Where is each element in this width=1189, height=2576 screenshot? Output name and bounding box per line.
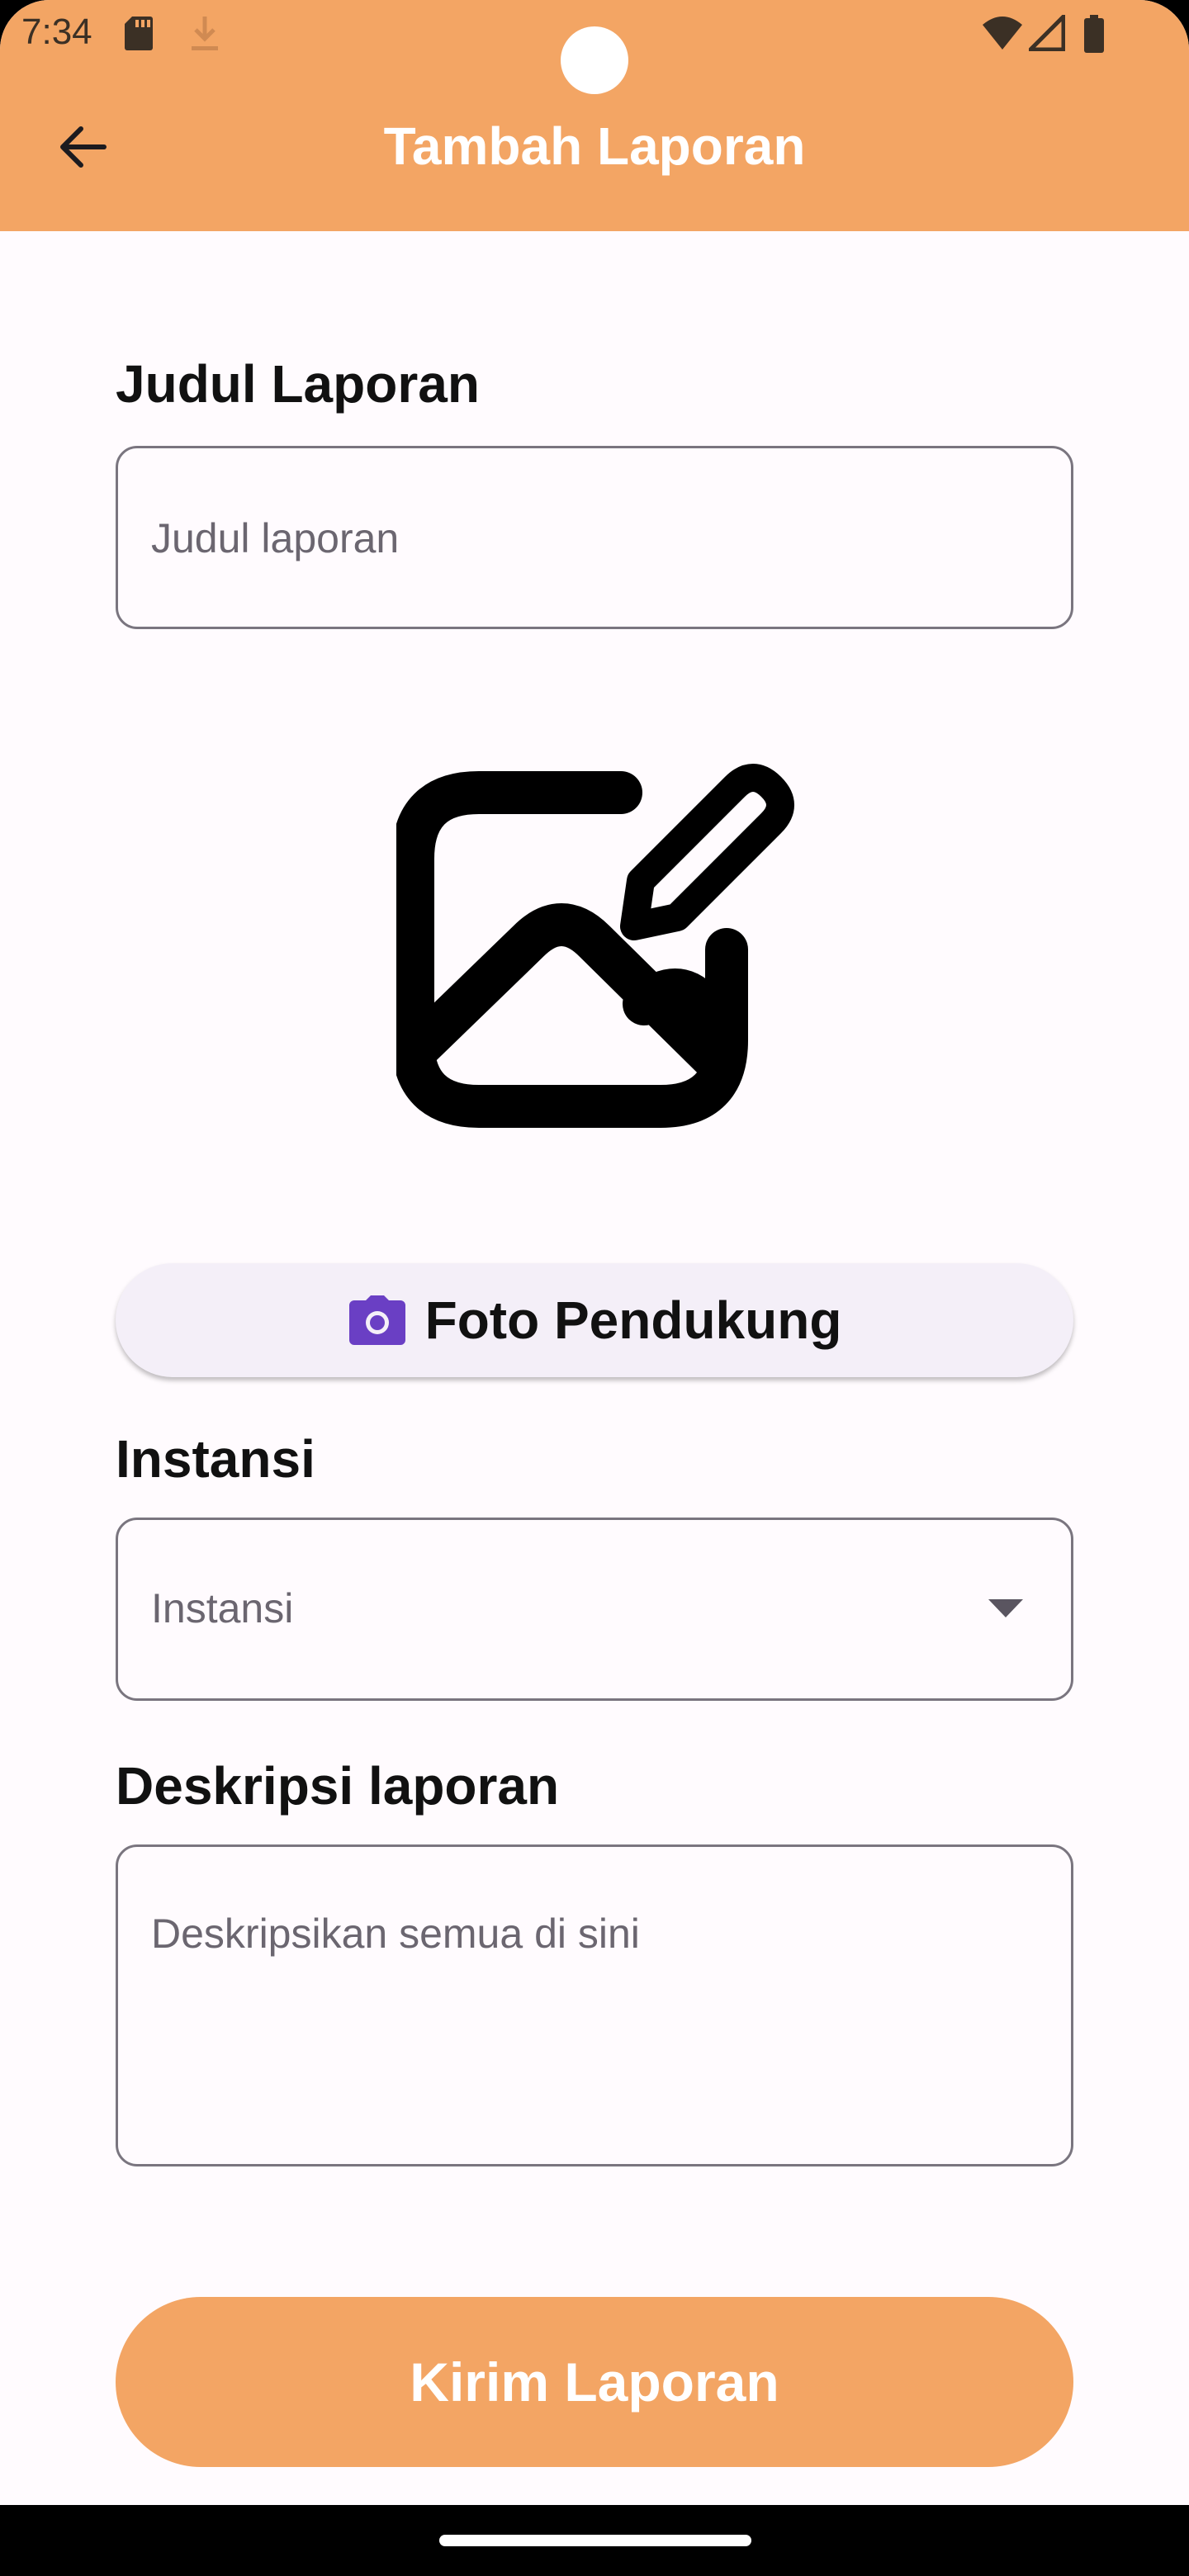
submit-report-button[interactable]: Kirim Laporan xyxy=(116,2297,1073,2467)
title-label: Judul Laporan xyxy=(116,354,480,414)
camera-icon xyxy=(348,1295,405,1345)
camera-cutout xyxy=(561,26,628,94)
instansi-placeholder: Instansi xyxy=(151,1585,294,1631)
photo-upload-button[interactable]: Foto Pendukung xyxy=(116,1263,1073,1377)
app-screen: 7:34 Tambah Laporan Judul Laporan Judul … xyxy=(0,0,1189,2505)
download-icon xyxy=(192,17,218,50)
description-placeholder: Deskripsikan semua di sini xyxy=(151,1911,640,1957)
description-textarea[interactable]: Deskripsikan semua di sini xyxy=(116,1844,1073,2166)
sd-card-icon xyxy=(125,17,153,50)
photo-upload-label: Foto Pendukung xyxy=(424,1290,842,1350)
image-edit-icon xyxy=(396,764,794,1128)
title-input-placeholder: Judul laporan xyxy=(151,515,400,561)
wifi-icon xyxy=(983,17,1022,50)
description-label: Deskripsi laporan xyxy=(116,1756,560,1816)
app-bar: 7:34 Tambah Laporan xyxy=(0,0,1189,231)
instansi-dropdown[interactable]: Instansi xyxy=(116,1518,1073,1701)
title-input[interactable]: Judul laporan xyxy=(116,446,1073,629)
cellular-signal-icon xyxy=(1029,15,1065,51)
submit-report-label: Kirim Laporan xyxy=(410,2351,779,2413)
battery-icon xyxy=(1084,15,1104,53)
status-time: 7:34 xyxy=(21,12,92,52)
dropdown-arrow-icon xyxy=(988,1599,1023,1617)
instansi-label: Instansi xyxy=(116,1429,315,1489)
gesture-nav-handle[interactable] xyxy=(439,2535,751,2546)
page-title: Tambah Laporan xyxy=(383,116,806,176)
